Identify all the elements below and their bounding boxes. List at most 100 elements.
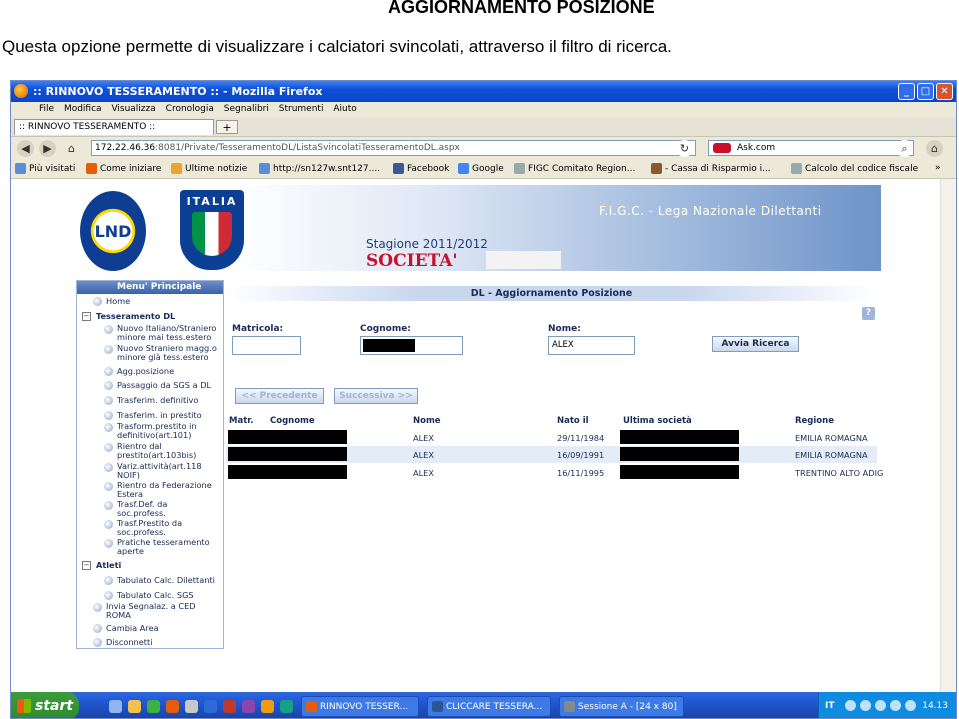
bookmark-sn127w[interactable]: http://sn127w.snt127.... (259, 163, 380, 174)
quicklaunch-app-icon[interactable] (147, 700, 160, 713)
bookmark-figc[interactable]: FIGC Comitato Region... (514, 163, 635, 174)
menu-modifica[interactable]: Modifica (64, 104, 102, 114)
cognome-input[interactable] (360, 336, 463, 355)
minimize-button[interactable]: _ (898, 83, 915, 100)
col-regione[interactable]: Regione (795, 416, 834, 426)
taskbar-item-firefox[interactable]: RINNOVO TESSER... (301, 696, 419, 717)
quicklaunch-firefox-icon[interactable] (166, 700, 179, 713)
menu-item-label: Atleti (96, 560, 122, 570)
tray-icon[interactable] (890, 700, 901, 711)
bookmark-cassa-risparmio[interactable]: - Cassa di Risparmio i... (651, 163, 771, 174)
tray-icon[interactable] (860, 700, 871, 711)
bookmark-come-iniziare[interactable]: Come iniziare (86, 163, 161, 174)
col-matr[interactable]: Matr. (229, 416, 253, 426)
menu-item-cambia-area[interactable]: Cambia Area (77, 623, 223, 635)
menu-group-tesseramento[interactable]: − Tesseramento DL (77, 311, 223, 323)
bookmarks-more-button[interactable]: » (935, 163, 941, 173)
url-path: :8081/Private/TesseramentoDL/ListaSvinco… (155, 143, 460, 153)
menu-item-invia-segnalaz[interactable]: Invia Segnalaz. a CED ROMA (77, 602, 223, 622)
precedente-button[interactable]: << Precedente (235, 388, 324, 404)
menu-strumenti[interactable]: Strumenti (279, 104, 324, 114)
quicklaunch-folder-icon[interactable] (128, 700, 141, 713)
taskbar-item-label: CLICCARE TESSERA... (446, 702, 543, 712)
quicklaunch-app-icon[interactable] (223, 700, 236, 713)
back-arrow-icon[interactable]: ◀ (17, 140, 34, 157)
menu-item-home[interactable]: Home (77, 296, 223, 308)
taskbar-item-sessione[interactable]: Sessione A - [24 x 80] (559, 696, 684, 717)
quicklaunch-app-icon[interactable] (261, 700, 274, 713)
menu-group-atleti[interactable]: − Atleti (77, 560, 223, 572)
menu-visualizza[interactable]: Visualizza (111, 104, 155, 114)
bookmark-piu-visitati[interactable]: Più visitati (15, 163, 75, 174)
quicklaunch-app-icon[interactable] (242, 700, 255, 713)
quicklaunch-ie-icon[interactable] (109, 700, 122, 713)
menu-item-trasferim-definitivo[interactable]: Trasferim. definitivo (77, 395, 223, 407)
avvia-ricerca-button[interactable]: Avvia Ricerca (712, 336, 799, 352)
browser-tab[interactable]: :: RINNOVO TESSERAMENTO :: (14, 119, 214, 135)
quicklaunch-app-icon[interactable] (280, 700, 293, 713)
menu-item-variaz-attivita[interactable]: Variz.attività(art.118 NOIF) (77, 462, 223, 482)
menu-file[interactable]: File (39, 104, 54, 114)
search-box[interactable]: Ask.com (708, 140, 914, 156)
col-ultima-societa[interactable]: Ultima società (623, 416, 692, 426)
bookmark-facebook[interactable]: Facebook (393, 163, 449, 174)
clock[interactable]: 14.13 (922, 701, 948, 711)
menu-item-pratiche-aperte[interactable]: Pratiche tesseramento aperte (77, 538, 223, 558)
home-icon[interactable]: ⌂ (63, 140, 80, 157)
quicklaunch-app-icon[interactable] (204, 700, 217, 713)
bookmark-codice-fiscale[interactable]: Calcolo del codice fiscale (791, 163, 918, 174)
reload-icon[interactable]: ↻ (676, 140, 693, 157)
table-row[interactable]: ALEX 16/09/1991 EMILIA ROMAGNA (226, 446, 877, 463)
redacted-cell (620, 430, 739, 444)
tray-icon[interactable] (905, 700, 916, 711)
col-nato-il[interactable]: Nato il (557, 416, 589, 426)
table-row[interactable]: ALEX 16/11/1995 TRENTINO ALTO ADIG (226, 464, 883, 481)
menu-item-trasf-def-profess[interactable]: Trasf.Def. da soc.profess. (77, 500, 223, 520)
nome-input[interactable]: ALEX (548, 336, 635, 355)
windows-taskbar: start RINNOVO TESSER... CLICCARE TESSERA… (11, 692, 956, 718)
menu-item-trasf-prestito-profess[interactable]: Trasf.Prestito da soc.profess. (77, 519, 223, 539)
forward-arrow-icon[interactable]: ▶ (39, 140, 56, 157)
matricola-input[interactable] (232, 336, 301, 355)
taskbar-item-label: Sessione A - [24 x 80] (578, 702, 677, 712)
address-bar[interactable]: 172.22.46.36:8081/Private/TesseramentoDL… (91, 140, 696, 156)
menu-segnalibri[interactable]: Segnalibri (224, 104, 269, 114)
bookmark-label: Come iniziare (100, 163, 162, 174)
home-button-icon[interactable]: ⌂ (926, 140, 943, 157)
menu-item-label: Home (106, 296, 131, 306)
bookmark-ultime-notizie[interactable]: Ultime notizie (171, 163, 247, 174)
taskbar-item-word[interactable]: CLICCARE TESSERA... (427, 696, 551, 717)
menu-item-nuovo-italiano[interactable]: Nuovo Italiano/Straniero minore mai tess… (77, 324, 223, 344)
menu-item-nuovo-straniero[interactable]: Nuovo Straniero magg.o minore già tess.e… (77, 344, 223, 364)
search-icon[interactable]: ⌕ (896, 140, 913, 157)
windows-logo-icon (17, 699, 31, 713)
menu-item-passaggio-sgs[interactable]: Passaggio da SGS a DL (77, 380, 223, 392)
societa-name-redacted (486, 251, 561, 269)
cell-nato: 16/09/1991 (557, 450, 605, 460)
bookmark-google[interactable]: Google (458, 163, 504, 174)
vertical-scrollbar[interactable] (940, 179, 956, 692)
quicklaunch-app-icon[interactable] (185, 700, 198, 713)
col-cognome[interactable]: Cognome (270, 416, 315, 426)
new-tab-button[interactable]: + (216, 120, 238, 134)
menu-bar: File Modifica Visualizza Cronologia Segn… (11, 102, 956, 118)
tray-icon[interactable] (875, 700, 886, 711)
menu-aiuto[interactable]: Aiuto (333, 104, 356, 114)
tray-icon[interactable] (845, 700, 856, 711)
maximize-button[interactable]: □ (917, 83, 934, 100)
menu-item-rientro-federazione[interactable]: Rientro da Federazione Estera (77, 481, 223, 501)
menu-item-rientro-prestito[interactable]: Rientro dal prestito(art.103bis) (77, 442, 223, 462)
window-title: :: RINNOVO TESSERAMENTO :: - Mozilla Fir… (33, 85, 323, 98)
start-button[interactable]: start (11, 692, 79, 718)
close-button[interactable]: ✕ (936, 83, 953, 100)
col-nome[interactable]: Nome (413, 416, 441, 426)
language-indicator[interactable]: IT (825, 701, 835, 711)
menu-item-disconnetti[interactable]: Disconnetti (77, 637, 223, 649)
successiva-button[interactable]: Successiva >> (334, 388, 418, 404)
menu-item-tabulato-dilettanti[interactable]: Tabulato Calc. Dilettanti (77, 575, 223, 587)
menu-cronologia[interactable]: Cronologia (166, 104, 214, 114)
help-icon[interactable]: ? (862, 307, 875, 320)
table-row[interactable]: ALEX 29/11/1984 EMILIA ROMAGNA (226, 429, 877, 446)
menu-item-trasform-prestito[interactable]: Trasform.prestito in definitivo(art.101) (77, 422, 223, 442)
menu-item-agg-posizione[interactable]: Agg.posizione (77, 366, 223, 378)
